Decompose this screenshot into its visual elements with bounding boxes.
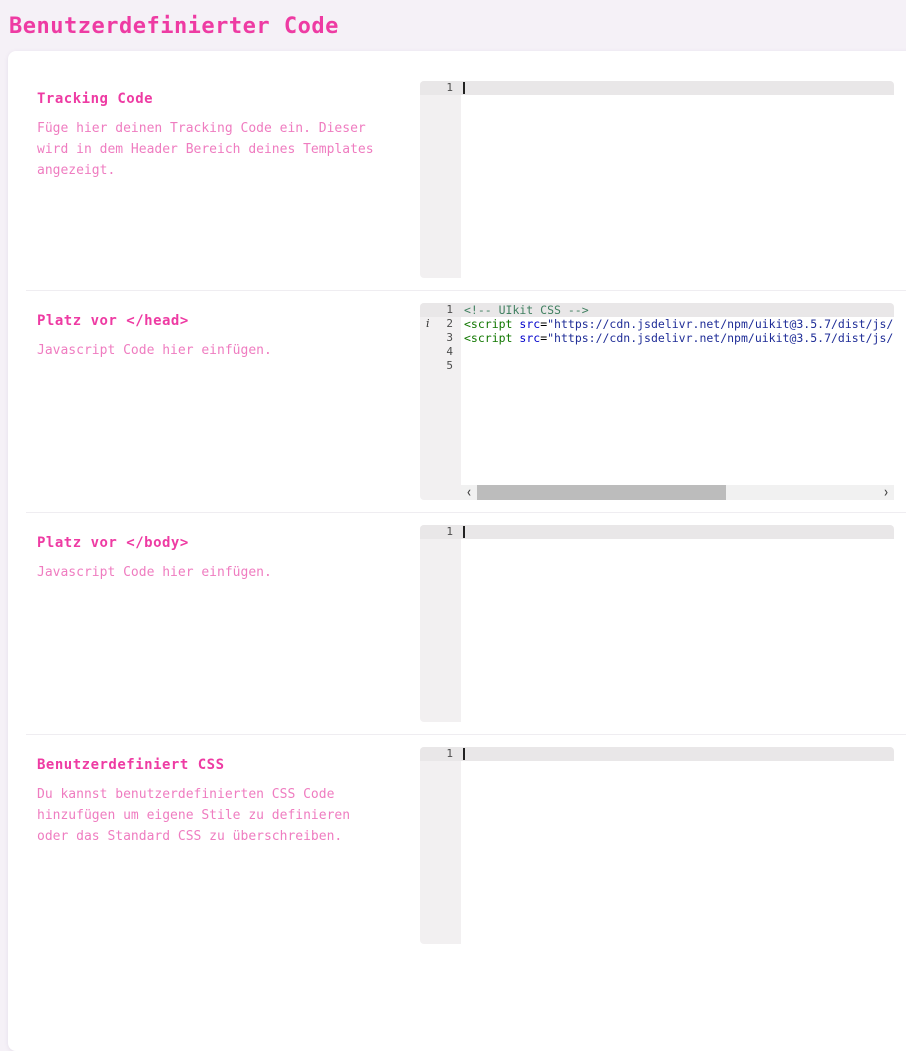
scroll-right-arrow-icon[interactable]: ❯ — [878, 485, 894, 500]
section-description: Javascript Code hier einfügen. — [37, 562, 383, 583]
code-line — [461, 359, 894, 373]
section-custom-css: Benutzerdefiniert CSS Du kannst benutzer… — [8, 735, 906, 956]
section-before-body: Platz vor </body> Javascript Code hier e… — [8, 513, 906, 734]
scroll-left-arrow-icon[interactable]: ❮ — [461, 485, 477, 500]
line-number: 1 — [420, 525, 461, 539]
section-description: Du kannst benutzerdefinierten CSS Code h… — [37, 784, 383, 847]
code-editor-custom-css[interactable]: 1 — [420, 747, 894, 944]
line-number: 1 — [420, 81, 461, 95]
code-line — [461, 345, 894, 359]
code-area — [461, 525, 894, 722]
section-text-column: Platz vor </head> Javascript Code hier e… — [8, 303, 420, 500]
line-number-gutter: 1 — [420, 525, 461, 722]
section-description: Javascript Code hier einfügen. — [37, 340, 383, 361]
code-line — [461, 747, 894, 761]
code-area: <!-- UIkit CSS --><script src="https://c… — [461, 303, 894, 500]
text-cursor — [463, 526, 465, 538]
code-token: "https://cdn.jsdelivr.net/npm/uikit@3.5.… — [547, 331, 894, 345]
section-description: Füge hier deinen Tracking Code ein. Dies… — [37, 118, 383, 181]
section-text-column: Platz vor </body> Javascript Code hier e… — [8, 525, 420, 722]
line-number: 1 — [420, 747, 461, 761]
section-text-column: Tracking Code Füge hier deinen Tracking … — [8, 81, 420, 278]
line-number-gutter: 1 — [420, 81, 461, 278]
section-title: Platz vor </body> — [37, 535, 420, 551]
code-token: src — [519, 331, 540, 345]
code-token: <script — [464, 317, 512, 331]
code-line — [461, 81, 894, 95]
code-token: src — [519, 317, 540, 331]
line-number-gutter: 1i2345 — [420, 303, 461, 500]
line-number: 1 — [420, 303, 461, 317]
section-text-column: Benutzerdefiniert CSS Du kannst benutzer… — [8, 747, 420, 944]
code-line: <script src="https://cdn.jsdelivr.net/np… — [461, 331, 894, 345]
code-line — [461, 525, 894, 539]
code-token: <script — [464, 331, 512, 345]
section-tracking-code: Tracking Code Füge hier deinen Tracking … — [8, 69, 906, 290]
text-cursor — [463, 82, 465, 94]
code-editor-tracking-code[interactable]: 1 — [420, 81, 894, 278]
line-number: 3 — [420, 331, 461, 345]
code-line: <script src="https://cdn.jsdelivr.net/np… — [461, 317, 894, 331]
scrollbar-track[interactable] — [477, 485, 878, 500]
lint-info-icon: i — [426, 317, 430, 331]
line-number: 5 — [420, 359, 461, 373]
line-number: 4 — [420, 345, 461, 359]
code-editor-before-head[interactable]: 1i2345<!-- UIkit CSS --><script src="htt… — [420, 303, 894, 500]
code-editor-before-body[interactable]: 1 — [420, 525, 894, 722]
section-title: Benutzerdefiniert CSS — [37, 757, 420, 773]
code-area — [461, 747, 894, 944]
scrollbar-thumb[interactable] — [477, 485, 726, 500]
code-token: <!-- UIkit CSS --> — [464, 303, 589, 317]
page-title: Benutzerdefinierter Code — [9, 14, 906, 39]
text-cursor — [463, 748, 465, 760]
section-title: Tracking Code — [37, 91, 420, 107]
section-title: Platz vor </head> — [37, 313, 420, 329]
code-token: "https://cdn.jsdelivr.net/npm/uikit@3.5.… — [547, 317, 894, 331]
code-line: <!-- UIkit CSS --> — [461, 303, 894, 317]
line-number: i2 — [420, 317, 461, 331]
horizontal-scrollbar[interactable]: ❮❯ — [461, 485, 894, 500]
custom-code-card: Tracking Code Füge hier deinen Tracking … — [8, 51, 906, 1051]
line-number-gutter: 1 — [420, 747, 461, 944]
code-area — [461, 81, 894, 278]
section-before-head: Platz vor </head> Javascript Code hier e… — [8, 291, 906, 512]
